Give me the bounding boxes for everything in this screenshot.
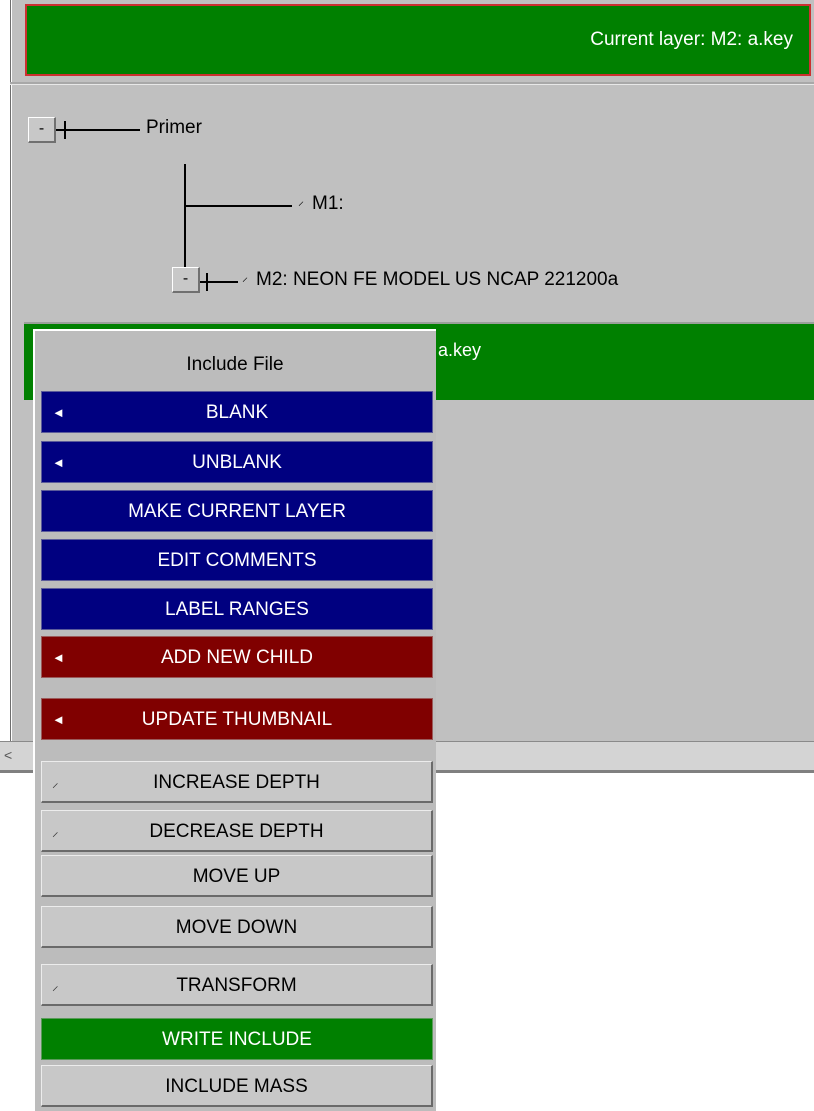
tree-node-primer[interactable]: Primer bbox=[146, 117, 202, 139]
submenu-arrow-icon: ◄ bbox=[52, 712, 65, 727]
decrease-depth-button[interactable]: ⸝ DECREASE DEPTH bbox=[41, 810, 433, 852]
add-new-child-button[interactable]: ◄ ADD NEW CHILD bbox=[41, 636, 433, 678]
layer-marker-icon: ⸝ bbox=[242, 270, 249, 284]
blank-button[interactable]: ◄ BLANK bbox=[41, 391, 433, 433]
tree-node-m2[interactable]: M2: NEON FE MODEL US NCAP 221200a bbox=[256, 269, 618, 291]
depth-arrow-icon: ⸝ bbox=[52, 775, 59, 790]
write-include-button[interactable]: WRITE INCLUDE bbox=[41, 1018, 433, 1060]
scroll-left-icon[interactable]: < bbox=[4, 747, 12, 763]
transform-button[interactable]: ⸝ TRANSFORM bbox=[41, 964, 433, 1006]
include-file-context-menu: Include File ◄ BLANK ◄ UNBLANK MAKE CURR… bbox=[33, 329, 436, 1111]
move-down-button[interactable]: MOVE DOWN bbox=[41, 906, 433, 948]
update-thumbnail-button[interactable]: ◄ UPDATE THUMBNAIL bbox=[41, 698, 433, 740]
edit-comments-button[interactable]: EDIT COMMENTS bbox=[41, 539, 433, 581]
tree-tick-m2 bbox=[206, 273, 208, 291]
menu-title: Include File bbox=[186, 354, 284, 375]
panel-divider bbox=[10, 82, 814, 85]
tree-node-m1[interactable]: M1: bbox=[312, 193, 344, 215]
unblank-button[interactable]: ◄ UNBLANK bbox=[41, 441, 433, 483]
tree-trunk bbox=[184, 164, 186, 282]
submenu-arrow-icon: ◄ bbox=[52, 405, 65, 420]
tree-tick-primer bbox=[64, 121, 66, 139]
tree-connector-primer bbox=[56, 129, 140, 131]
make-current-layer-button[interactable]: MAKE CURRENT LAYER bbox=[41, 490, 433, 532]
increase-depth-button[interactable]: ⸝ INCREASE DEPTH bbox=[41, 761, 433, 803]
tree-connector-m1 bbox=[184, 205, 292, 207]
selected-layer-label: a.key bbox=[438, 340, 482, 360]
current-layer-bar: Current layer: M2: a.key bbox=[25, 4, 811, 76]
move-up-button[interactable]: MOVE UP bbox=[41, 855, 433, 897]
include-mass-button[interactable]: INCLUDE MASS bbox=[41, 1065, 433, 1107]
layer-marker-icon: ⸝ bbox=[298, 194, 305, 208]
depth-arrow-icon: ⸝ bbox=[52, 978, 59, 993]
submenu-arrow-icon: ◄ bbox=[52, 455, 65, 470]
collapse-m2-button[interactable]: - bbox=[172, 267, 200, 293]
collapse-primer-button[interactable]: - bbox=[28, 117, 56, 143]
submenu-arrow-icon: ◄ bbox=[52, 650, 65, 665]
label-ranges-button[interactable]: LABEL RANGES bbox=[41, 588, 433, 630]
depth-arrow-icon: ⸝ bbox=[52, 824, 59, 839]
current-layer-label: Current layer: M2: a.key bbox=[590, 29, 793, 50]
